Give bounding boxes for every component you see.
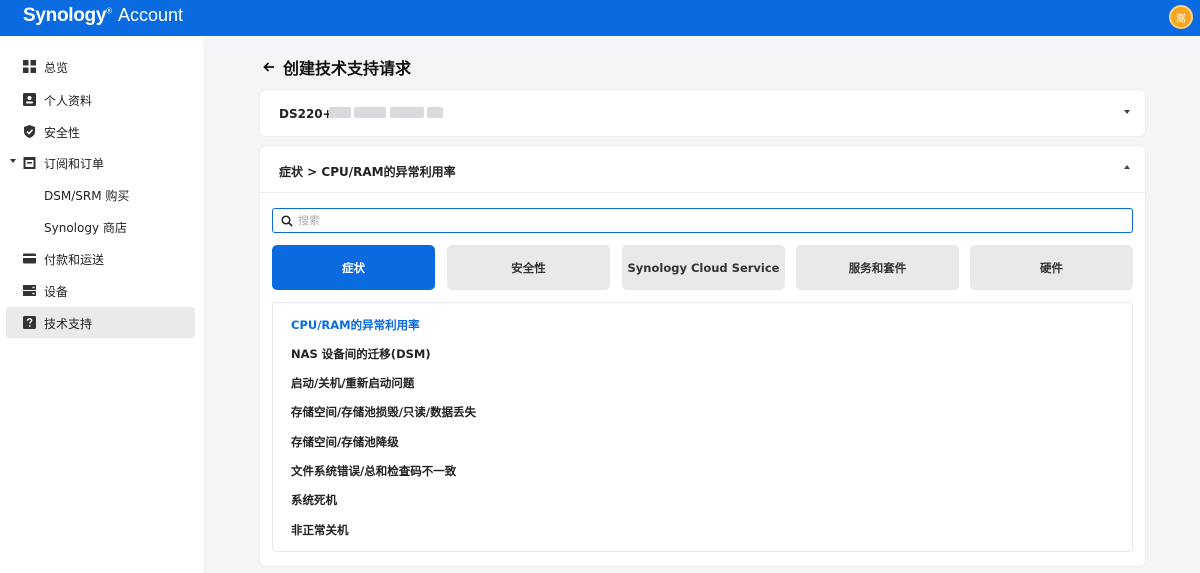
search-input[interactable]	[298, 212, 1118, 229]
sidebar-item-label: 个人资料	[44, 94, 93, 108]
page-title: 创建技术支持请求	[262, 55, 411, 79]
sidebar-item-label: 总览	[44, 61, 69, 75]
sidebar-item-dsm-srm-purchase[interactable]: DSM/SRM 购买	[6, 179, 195, 210]
sidebar-item-label: DSM/SRM 购买	[44, 189, 130, 203]
server-icon	[23, 285, 36, 296]
sidebar-item-subscriptions[interactable]: 订阅和订单	[6, 147, 195, 178]
issue-breadcrumb: 症状 > CPU/RAM的异常利用率	[279, 165, 456, 179]
list-item[interactable]: 存储空间/存储池损毁/只读/数据丢失	[291, 404, 476, 420]
synology-logo[interactable]: Synology® Account	[23, 5, 183, 27]
redacted-serial	[390, 107, 424, 118]
tab-synology-cloud-service[interactable]: Synology Cloud Service	[622, 245, 785, 290]
shield-icon	[24, 125, 35, 138]
chevron-up-icon[interactable]	[1124, 165, 1130, 169]
divider	[260, 192, 1145, 193]
arrow-left-icon[interactable]	[262, 60, 276, 74]
issue-select-card: 症状 > CPU/RAM的异常利用率 症状 安全性 Synology Cloud…	[260, 146, 1145, 566]
sidebar-item-tech-support[interactable]: 技术支持	[6, 307, 195, 338]
sidebar-item-label: 订阅和订单	[44, 157, 105, 171]
list-item[interactable]: CPU/RAM的异常利用率	[291, 317, 420, 333]
list-item[interactable]: 启动/关机/重新启动问题	[291, 375, 414, 391]
sidebar-item-devices[interactable]: 设备	[6, 275, 195, 306]
redacted-serial	[427, 107, 443, 118]
credit-card-icon	[23, 253, 36, 264]
list-item[interactable]: 系统死机	[291, 492, 337, 508]
sidebar-item-label: Synology 商店	[44, 221, 127, 235]
sidebar-item-label: 安全性	[44, 126, 81, 140]
sidebar-item-security[interactable]: 安全性	[6, 116, 195, 147]
app-name: Account	[118, 5, 184, 25]
device-select-card[interactable]: DS220+	[260, 90, 1145, 136]
top-bar: Synology® Account 嵩	[0, 0, 1200, 36]
sidebar-item-profile[interactable]: 个人资料	[6, 84, 195, 115]
tab-security[interactable]: 安全性	[447, 245, 610, 290]
sidebar-item-label: 设备	[44, 285, 69, 299]
user-avatar[interactable]: 嵩	[1169, 5, 1193, 29]
tab-services-packages[interactable]: 服务和套件	[796, 245, 959, 290]
search-box[interactable]	[272, 208, 1133, 233]
tab-hardware[interactable]: 硬件	[970, 245, 1133, 290]
issue-list: CPU/RAM的异常利用率 NAS 设备间的迁移(DSM) 启动/关机/重新启动…	[272, 302, 1133, 552]
caret-down-icon	[10, 159, 16, 163]
page-title-text: 创建技术支持请求	[283, 59, 412, 78]
list-item[interactable]: 存储空间/存储池降级	[291, 434, 399, 450]
brand-name: Synology	[23, 5, 107, 26]
search-icon	[281, 215, 293, 227]
sidebar-item-label: 技术支持	[44, 317, 93, 331]
registered-mark: ®	[106, 6, 113, 16]
sidebar-item-label: 付款和运送	[44, 253, 105, 267]
sidebar-item-payment-shipping[interactable]: 付款和运送	[6, 243, 195, 274]
chevron-down-icon[interactable]	[1124, 110, 1130, 114]
help-icon	[23, 316, 36, 329]
sidebar-item-synology-store[interactable]: Synology 商店	[6, 211, 195, 242]
redacted-serial	[329, 107, 351, 118]
sidebar-item-overview[interactable]: 总览	[6, 51, 195, 82]
sidebar: 总览 个人资料 安全性 订阅和订单 DSM/SRM 购买 Synology 商店	[0, 36, 203, 573]
tab-symptoms[interactable]: 症状	[272, 245, 435, 290]
list-item[interactable]: NAS 设备间的迁移(DSM)	[291, 346, 431, 362]
grid-icon	[23, 60, 36, 73]
profile-card-icon	[23, 93, 36, 106]
list-item[interactable]: 文件系统错误/总和检查码不一致	[291, 463, 456, 479]
device-model: DS220+	[279, 107, 333, 121]
calendar-icon	[23, 157, 36, 169]
list-item[interactable]: 非正常关机	[291, 522, 349, 538]
redacted-serial	[354, 107, 386, 118]
